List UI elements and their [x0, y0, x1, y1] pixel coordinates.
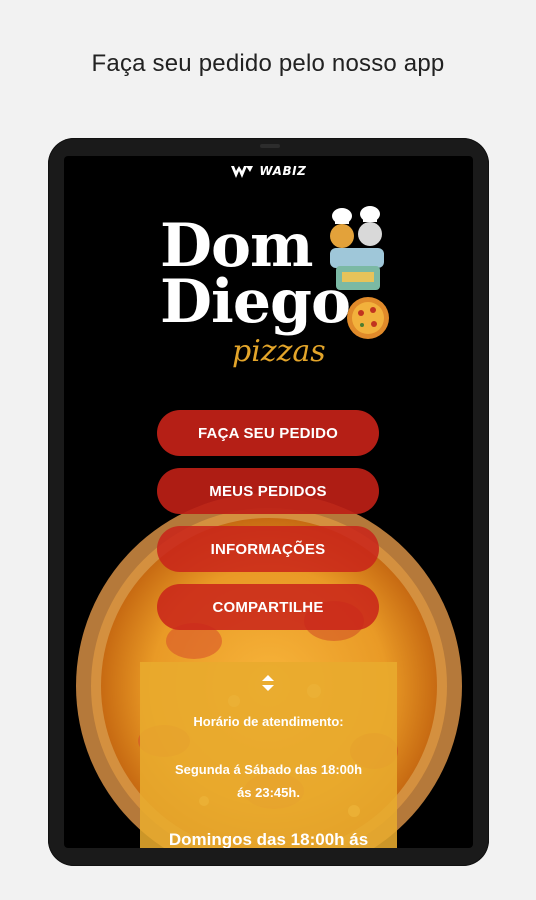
camera-icon [260, 144, 280, 148]
brand-name: WABIZ [259, 164, 307, 178]
weekday-hours-line-2: ás 23:45h. [237, 785, 300, 800]
opening-hours-panel: Horário de atendimento: Segunda á Sábado… [140, 662, 397, 848]
app-screen: WABIZ Dom Diego pizzas FAÇA SEU PEDIDO M… [64, 156, 473, 848]
weekday-hours: Segunda á Sábado das 18:00h ás 23:45h. [140, 758, 397, 804]
opening-hours-title: Horário de atendimento: [193, 714, 344, 729]
page-headline: Faça seu pedido pelo nosso app [91, 50, 445, 77]
wabiz-logo-icon [230, 165, 253, 178]
logo-subtitle: pizzas [232, 334, 326, 369]
share-button[interactable]: COMPARTILHE [157, 584, 379, 630]
my-orders-button[interactable]: MEUS PEDIDOS [157, 468, 379, 514]
order-button[interactable]: FAÇA SEU PEDIDO [157, 410, 379, 456]
sunday-hours: Domingos das 18:00h ás [168, 830, 369, 848]
tablet-frame: WABIZ Dom Diego pizzas FAÇA SEU PEDIDO M… [48, 138, 489, 866]
wabiz-brand: WABIZ [64, 164, 473, 178]
expand-collapse-icon[interactable] [260, 674, 276, 692]
chef-mascots-icon [330, 206, 384, 290]
information-button[interactable]: INFORMAÇÕES [157, 526, 379, 572]
weekday-hours-line-1: Segunda á Sábado das 18:00h [174, 762, 363, 777]
mini-pizza-icon [347, 297, 389, 339]
